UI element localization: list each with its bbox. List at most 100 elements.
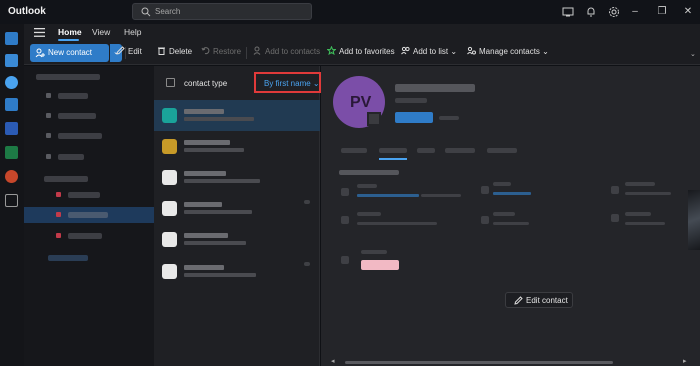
contact-avatar bbox=[162, 170, 177, 185]
contact-detail bbox=[184, 273, 256, 277]
contact-detail bbox=[184, 179, 260, 183]
folder-icon bbox=[56, 192, 61, 197]
folder-item[interactable] bbox=[58, 154, 84, 160]
folder-item[interactable] bbox=[58, 93, 88, 99]
restore-button[interactable]: Restore bbox=[201, 46, 241, 60]
title-bar: Outlook Search – ❐ ✕ bbox=[0, 0, 700, 24]
contact-row[interactable] bbox=[154, 256, 320, 287]
contact-row[interactable] bbox=[154, 162, 320, 193]
folder-icon bbox=[46, 133, 51, 138]
detail-tab[interactable] bbox=[487, 148, 517, 153]
detail-tab[interactable] bbox=[445, 148, 475, 153]
search-box[interactable]: Search bbox=[132, 3, 312, 20]
field-value bbox=[625, 222, 665, 225]
pencil-icon bbox=[116, 46, 125, 55]
field-label bbox=[493, 212, 515, 216]
contact-name bbox=[184, 233, 228, 238]
folder-item[interactable] bbox=[36, 74, 100, 80]
contact-name bbox=[184, 109, 224, 114]
contact-detail bbox=[184, 117, 254, 121]
add-to-favorites-button[interactable]: Add to favorites bbox=[327, 46, 395, 60]
tab-home[interactable]: Home bbox=[58, 27, 82, 37]
app-rail bbox=[0, 24, 24, 366]
word-icon[interactable] bbox=[5, 122, 18, 135]
excel-icon[interactable] bbox=[5, 146, 18, 159]
contact-detail-pane: PV Edit contact ◂ ▸ bbox=[321, 66, 700, 366]
edit-contact-button[interactable]: Edit contact bbox=[505, 292, 573, 308]
collapse-ribbon-icon[interactable]: ⌄ bbox=[690, 50, 696, 58]
field-value bbox=[625, 192, 671, 195]
field-label bbox=[493, 182, 511, 186]
calendar-icon[interactable] bbox=[5, 54, 18, 67]
edit-contact-label: Edit contact bbox=[526, 296, 568, 305]
toolbar: New contact ⌄ Edit Delete Restore Add to… bbox=[24, 41, 700, 65]
contact-row[interactable] bbox=[154, 100, 320, 131]
close-window-button[interactable]: ✕ bbox=[681, 5, 695, 19]
scrollbar-thumb[interactable] bbox=[345, 361, 613, 364]
field-icon bbox=[341, 216, 349, 224]
chevron-down-icon: ⌄ bbox=[310, 79, 320, 88]
horizontal-scrollbar[interactable]: ◂ ▸ bbox=[331, 357, 691, 365]
people-settings-icon bbox=[467, 46, 476, 55]
contact-action-tag[interactable] bbox=[395, 112, 433, 123]
sort-dropdown[interactable]: By first name ⌄ bbox=[264, 79, 320, 88]
folder-item[interactable] bbox=[48, 255, 88, 261]
tab-help[interactable]: Help bbox=[124, 27, 141, 37]
contact-list: contact type By first name ⌄ bbox=[154, 66, 321, 366]
contact-name bbox=[184, 265, 224, 270]
folder-item[interactable] bbox=[68, 212, 108, 218]
apps-icon[interactable] bbox=[5, 194, 18, 207]
office-icon[interactable] bbox=[5, 170, 18, 183]
ribbon-menu: Home View Help bbox=[24, 24, 700, 41]
sort-highlight: By first name ⌄ bbox=[254, 72, 321, 93]
whiteboard-icon[interactable] bbox=[562, 6, 574, 18]
scroll-right-icon[interactable]: ▸ bbox=[683, 357, 687, 365]
search-placeholder: Search bbox=[155, 7, 181, 16]
folder-item[interactable] bbox=[68, 192, 100, 198]
detail-tab[interactable] bbox=[379, 148, 407, 153]
field-value bbox=[421, 194, 461, 197]
list-header: contact type By first name ⌄ bbox=[154, 66, 321, 100]
contact-action-text bbox=[439, 116, 459, 120]
detail-tab[interactable] bbox=[341, 148, 367, 153]
folder-item[interactable] bbox=[44, 176, 88, 182]
gear-icon[interactable] bbox=[608, 6, 620, 18]
people-icon[interactable] bbox=[5, 76, 18, 89]
field-label bbox=[625, 212, 651, 216]
edit-button[interactable]: Edit bbox=[116, 46, 142, 60]
add-to-contacts-button[interactable]: Add to contacts bbox=[253, 46, 320, 60]
folder-icon bbox=[46, 113, 51, 118]
app-title: Outlook bbox=[8, 6, 46, 17]
new-contact-button[interactable]: New contact bbox=[30, 44, 109, 62]
field-value[interactable] bbox=[357, 194, 419, 197]
contact-row[interactable] bbox=[154, 224, 320, 255]
restore-window-button[interactable]: ❐ bbox=[655, 5, 669, 19]
detail-tab[interactable] bbox=[417, 148, 435, 153]
scroll-left-icon[interactable]: ◂ bbox=[331, 357, 335, 365]
folder-item[interactable] bbox=[68, 233, 102, 239]
contact-row[interactable] bbox=[154, 131, 320, 162]
hamburger-icon[interactable] bbox=[34, 28, 45, 37]
tab-view[interactable]: View bbox=[92, 27, 110, 37]
contact-name bbox=[184, 171, 226, 176]
field-value[interactable] bbox=[493, 192, 531, 195]
sort-label: By first name bbox=[264, 79, 311, 88]
minimize-button[interactable]: – bbox=[628, 5, 642, 19]
delete-button[interactable]: Delete bbox=[157, 46, 192, 60]
manage-contacts-button[interactable]: Manage contacts ⌄ bbox=[467, 46, 549, 60]
field-icon bbox=[611, 214, 619, 222]
contact-row[interactable] bbox=[154, 193, 320, 224]
field-value bbox=[493, 222, 529, 225]
restore-label: Restore bbox=[213, 47, 242, 56]
contact-avatar bbox=[162, 139, 177, 154]
folder-item[interactable] bbox=[58, 133, 102, 139]
select-all-checkbox[interactable] bbox=[166, 78, 175, 87]
bell-icon[interactable] bbox=[585, 6, 597, 18]
mail-icon[interactable] bbox=[5, 32, 18, 45]
add-to-list-button[interactable]: Add to list ⌄ bbox=[401, 46, 457, 60]
add-to-contacts-label: Add to contacts bbox=[265, 47, 321, 56]
todo-icon[interactable] bbox=[5, 98, 18, 111]
contact-detail bbox=[184, 241, 246, 245]
folder-item[interactable] bbox=[58, 113, 96, 119]
manage-contacts-label: Manage contacts bbox=[479, 47, 540, 56]
